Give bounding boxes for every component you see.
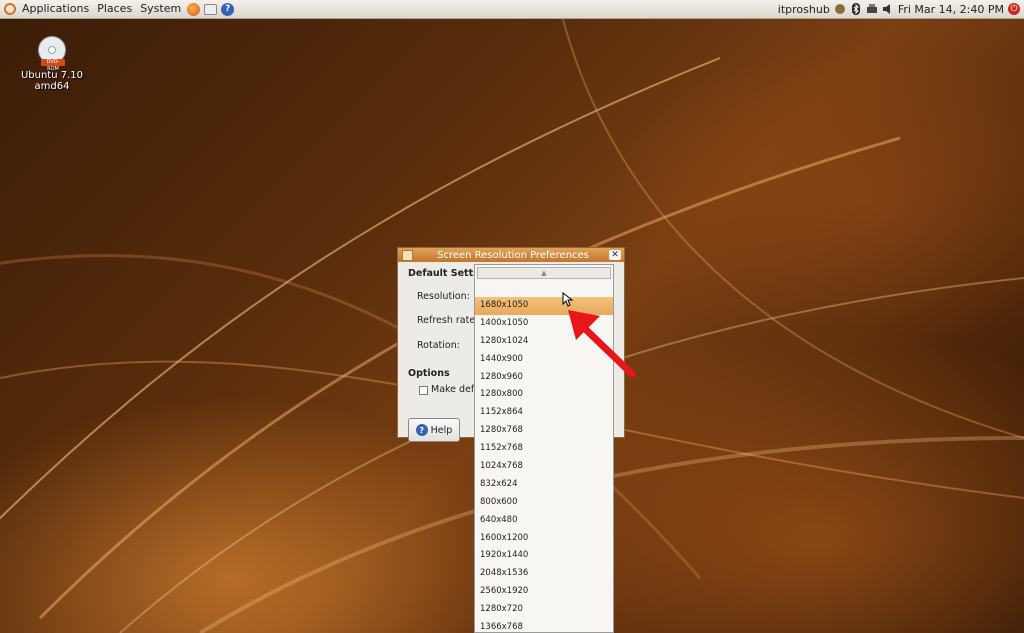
rotation-label: Rotation: (417, 340, 460, 351)
mouse-cursor-icon (562, 292, 574, 307)
menu-system[interactable]: System (136, 0, 185, 18)
panel-tray: itproshub Fri Mar 14, 2:40 PM ⏻ (778, 3, 1024, 16)
help-button-label: Help (430, 424, 453, 436)
resolution-option[interactable]: 1280x720 (475, 601, 613, 619)
desktop-icon-dvd[interactable]: DVD-ROM Ubuntu 7.10 amd64 (10, 36, 94, 92)
make-default-checkbox[interactable] (419, 386, 428, 395)
ubuntu-logo-icon[interactable] (4, 3, 16, 15)
help-button[interactable]: ? Help (408, 418, 460, 442)
resolution-option[interactable]: 1152x864 (475, 404, 613, 422)
resolution-option[interactable]: 800x600 (475, 494, 613, 512)
clock[interactable]: Fri Mar 14, 2:40 PM (898, 3, 1004, 16)
panel-menu: Applications Places System ? (0, 0, 236, 18)
resolution-option[interactable]: 1152x768 (475, 440, 613, 458)
dvd-icon: DVD-ROM (38, 36, 66, 72)
mail-icon[interactable] (204, 3, 218, 15)
username[interactable]: itproshub (778, 3, 830, 16)
resolution-option[interactable]: 1366x768 (475, 619, 613, 632)
resolution-option[interactable]: 1600x1200 (475, 530, 613, 548)
top-panel: Applications Places System ? itproshub F… (0, 0, 1024, 19)
dialog-title: Screen Resolution Preferences (437, 249, 589, 261)
resolution-option[interactable]: 1920x1440 (475, 547, 613, 565)
annotation-arrow-icon (568, 310, 636, 378)
scroll-up-arrow-icon[interactable]: ▲ (477, 267, 611, 279)
help-icon: ? (415, 424, 428, 436)
bluetooth-icon[interactable] (850, 3, 862, 15)
volume-icon[interactable] (882, 3, 894, 15)
dvd-caption: Ubuntu 7.10 amd64 (20, 70, 84, 92)
resolution-option[interactable]: 640x480 (475, 512, 613, 530)
refresh-rate-label: Refresh rate: (417, 315, 479, 326)
menu-applications[interactable]: Applications (18, 0, 93, 18)
close-button[interactable]: ✕ (609, 250, 621, 260)
printer-icon[interactable] (866, 3, 878, 15)
dvd-badge: DVD-ROM (41, 59, 65, 72)
dialog-titlebar[interactable]: Screen Resolution Preferences ✕ (398, 248, 624, 262)
options-heading: Options (408, 368, 450, 379)
menu-places[interactable]: Places (93, 0, 136, 18)
window-icon (402, 249, 413, 261)
resolution-option[interactable]: 1280x768 (475, 422, 613, 440)
firefox-icon[interactable] (187, 2, 201, 16)
resolution-option[interactable]: 1024x768 (475, 458, 613, 476)
resolution-option[interactable]: 2048x1536 (475, 565, 613, 583)
resolution-option[interactable]: 832x624 (475, 476, 613, 494)
network-icon[interactable] (834, 3, 846, 15)
resolution-option[interactable]: 1280x800 (475, 386, 613, 404)
resolution-option[interactable]: 2560x1920 (475, 583, 613, 601)
power-icon[interactable]: ⏻ (1008, 3, 1020, 15)
help-icon[interactable]: ? (221, 2, 235, 16)
resolution-label: Resolution: (417, 291, 470, 302)
